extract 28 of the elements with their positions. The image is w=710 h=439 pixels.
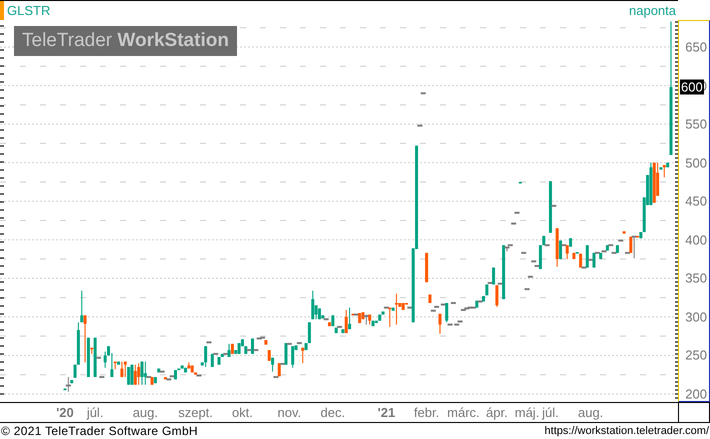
axis-label: 200 [685, 386, 707, 402]
date-label: dec. [320, 405, 346, 420]
price-marker: 600 [680, 80, 704, 95]
date-label: máj. [514, 405, 540, 420]
axis-label: 400 [685, 232, 707, 248]
date-label: nov. [278, 405, 302, 420]
date-label: okt. [232, 405, 253, 420]
date-label: júl. [86, 405, 104, 420]
app-logo: TeleTrader WorkStation [14, 26, 237, 56]
date-label: márc. [447, 405, 480, 420]
date-label: '21 [378, 405, 396, 420]
date-label: aug. [132, 405, 158, 420]
axis-label: 550 [685, 116, 707, 132]
axis-label: 450 [685, 194, 707, 209]
website-link[interactable]: https://workstation.teletrader.com/ [544, 425, 709, 437]
date-label: '20 [56, 405, 74, 420]
axis-label: 250 [685, 348, 707, 363]
symbol-label: GLSTR [7, 3, 50, 18]
axis-label: 300 [685, 309, 707, 324]
axis-label: 650 [685, 40, 707, 54]
axis-label: 350 [685, 270, 707, 286]
date-label: szept. [178, 405, 213, 420]
date-label: júl. [542, 405, 559, 420]
axis-label: 500 [685, 155, 707, 170]
date-label: aug. [578, 405, 604, 420]
copyright-text: © 2021 TeleTrader Software GmbH [1, 424, 198, 438]
date-label: ápr. [486, 405, 508, 420]
date-label: febr. [414, 405, 440, 420]
